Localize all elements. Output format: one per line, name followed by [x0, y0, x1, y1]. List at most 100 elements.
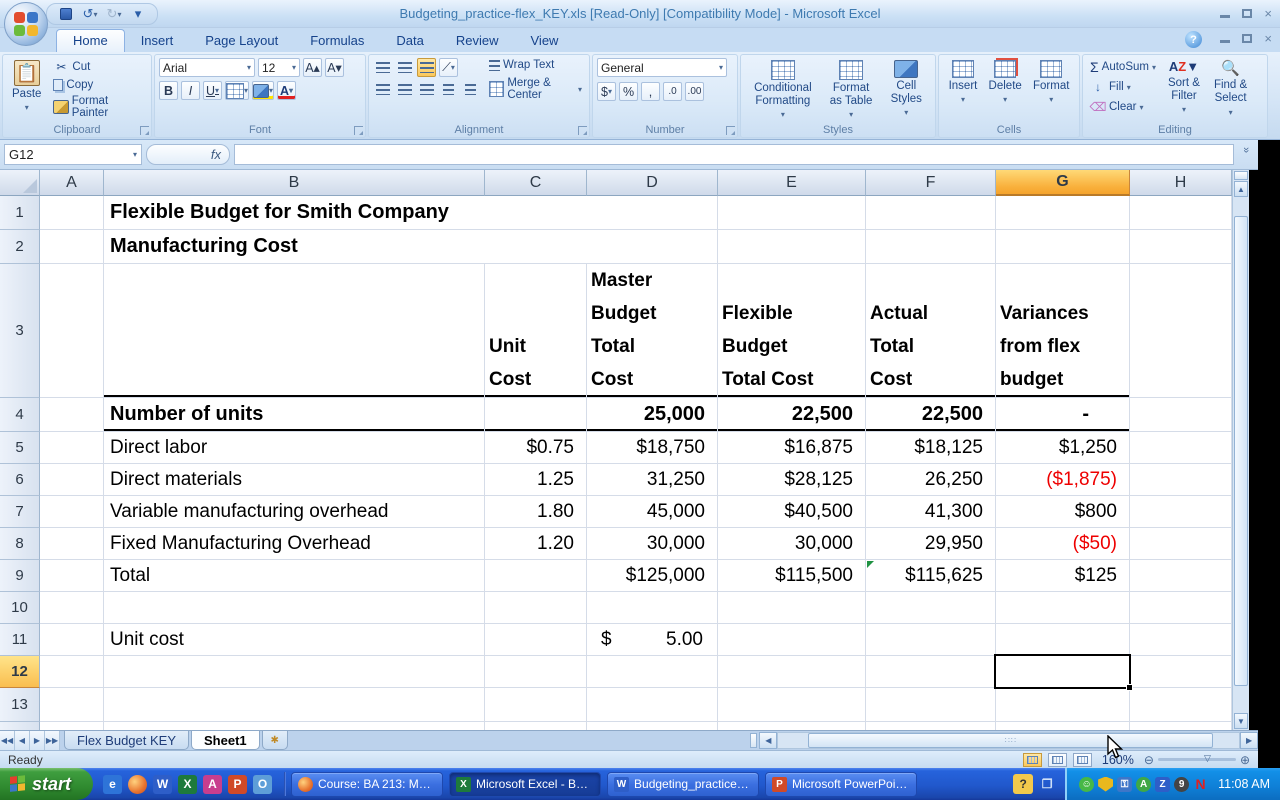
vertical-scrollbar[interactable]: ▲ ▼ [1232, 170, 1249, 730]
cell-F3[interactable]: Actual Total Cost [866, 264, 996, 398]
cell-E8[interactable]: 30,000 [718, 528, 866, 560]
save-button[interactable] [57, 6, 75, 22]
orientation-button[interactable]: ⟋▾ [439, 58, 458, 77]
decrease-indent-button[interactable] [439, 80, 458, 99]
cell-G10[interactable] [996, 592, 1130, 624]
shield-tray-icon[interactable] [1098, 777, 1113, 792]
minimize-button[interactable] [1220, 6, 1230, 21]
expand-formula-bar-button[interactable]: » [1240, 147, 1252, 163]
percent-style-button[interactable]: % [619, 82, 638, 101]
restore-button[interactable] [1242, 6, 1252, 21]
zoom-slider-handle[interactable]: ▽ [1204, 753, 1211, 764]
cell-B12[interactable] [104, 656, 485, 688]
access-quicklaunch-icon[interactable]: A [203, 775, 222, 794]
increase-decimal-button[interactable]: .0 [663, 82, 682, 101]
cell-F8[interactable]: 29,950 [866, 528, 996, 560]
cell-G8[interactable]: ($50) [996, 528, 1130, 560]
cell-H14[interactable] [1130, 722, 1232, 730]
cell-C10[interactable] [485, 592, 587, 624]
row-header-9[interactable]: 9 [0, 560, 40, 592]
zoom-slider-track[interactable]: ▽ [1158, 758, 1236, 761]
cell-C7[interactable]: 1.80 [485, 496, 587, 528]
cell-H1[interactable] [1130, 196, 1232, 230]
cell-styles-button[interactable]: Cell Styles▾ [886, 58, 927, 122]
select-all-corner[interactable] [0, 170, 40, 196]
cell-H7[interactable] [1130, 496, 1232, 528]
cell-G13[interactable] [996, 688, 1130, 722]
sheet-tab-sheet1[interactable]: Sheet1 [191, 731, 260, 750]
paste-button[interactable]: 📋 Paste▾ [7, 58, 46, 120]
align-right-button[interactable] [417, 80, 436, 99]
column-header-A[interactable]: A [40, 170, 104, 196]
number-format-combo[interactable]: General▾ [597, 58, 727, 77]
cell-D9[interactable]: $125,000 [587, 560, 718, 592]
row-header-13[interactable]: 13 [0, 688, 40, 722]
column-header-B[interactable]: B [104, 170, 485, 196]
clear-button[interactable]: ⌫Clear▾ [1087, 98, 1159, 116]
cell-C13[interactable] [485, 688, 587, 722]
tab-split-handle[interactable] [750, 733, 757, 748]
cell-C9[interactable] [485, 560, 587, 592]
cell-D13[interactable] [587, 688, 718, 722]
name-box[interactable]: G12▾ [4, 144, 142, 165]
workbook-minimize-button[interactable] [1220, 31, 1230, 46]
powerpoint-quicklaunch-icon[interactable]: P [228, 775, 247, 794]
format-cells-button[interactable]: Format▾ [1028, 58, 1074, 106]
cell-C11[interactable] [485, 624, 587, 656]
row-header-10[interactable]: 10 [0, 592, 40, 624]
cell-H6[interactable] [1130, 464, 1232, 496]
sort-filter-button[interactable]: AZ▼ Sort & Filter▾ [1163, 58, 1205, 119]
first-sheet-button[interactable]: ◀◀ [0, 731, 15, 750]
cell-F7[interactable]: 41,300 [866, 496, 996, 528]
cell-F11[interactable] [866, 624, 996, 656]
cell-F12[interactable] [866, 656, 996, 688]
row-header-6[interactable]: 6 [0, 464, 40, 496]
column-header-H[interactable]: H [1130, 170, 1232, 196]
cell-A12[interactable] [40, 656, 104, 688]
font-color-button[interactable]: A▾ [277, 81, 296, 100]
cell-C4[interactable] [485, 398, 587, 432]
insert-function-button[interactable]: fx [146, 144, 230, 165]
insert-worksheet-tab[interactable]: ✱ [262, 731, 288, 750]
zoom-slider[interactable]: ⊖ ▽ ⊕ [1144, 753, 1250, 767]
cell-C5[interactable]: $0.75 [485, 432, 587, 464]
cell-E13[interactable] [718, 688, 866, 722]
font-name-combo[interactable]: Arial▾ [159, 58, 255, 77]
cell-E14[interactable] [718, 722, 866, 730]
taskbar-window-1[interactable]: Course: BA 213: Man... [291, 772, 443, 797]
cell-B4[interactable]: Number of units [104, 398, 485, 432]
cell-H10[interactable] [1130, 592, 1232, 624]
column-header-F[interactable]: F [866, 170, 996, 196]
taskbar-window-4[interactable]: PMicrosoft PowerPoint ... [765, 772, 917, 797]
antivirus-tray-icon[interactable]: A [1136, 777, 1151, 792]
cell-G6[interactable]: ($1,875) [996, 464, 1130, 496]
format-as-table-button[interactable]: Format as Table▾ [825, 58, 878, 122]
underline-button[interactable]: U▾ [203, 81, 222, 100]
cell-F10[interactable] [866, 592, 996, 624]
borders-button[interactable]: ▾ [225, 81, 249, 100]
cell-E3[interactable]: Flexible Budget Total Cost [718, 264, 866, 398]
row-header-11[interactable]: 11 [0, 624, 40, 656]
cell-C8[interactable]: 1.20 [485, 528, 587, 560]
number-dialog-launcher[interactable] [726, 126, 735, 135]
cell-D12[interactable] [587, 656, 718, 688]
cell-E1[interactable] [718, 196, 866, 230]
autosum-button[interactable]: ΣAutoSum▾ [1087, 58, 1159, 76]
ribbon-tab-home[interactable]: Home [56, 29, 125, 52]
cell-G14[interactable] [996, 722, 1130, 730]
cell-H2[interactable] [1130, 230, 1232, 264]
cell-E6[interactable]: $28,125 [718, 464, 866, 496]
cell-E4[interactable]: 22,500 [718, 398, 866, 432]
selection-box-G12[interactable] [994, 654, 1131, 689]
taskbar-window-3[interactable]: WBudgeting_practice-fl... [607, 772, 759, 797]
cell-D6[interactable]: 31,250 [587, 464, 718, 496]
middle-align-button[interactable] [395, 58, 414, 77]
novell-tray-icon[interactable]: N [1193, 777, 1208, 792]
row-header-2[interactable]: 2 [0, 230, 40, 264]
cell-B1[interactable]: Flexible Budget for Smith Company [104, 196, 718, 230]
display-settings-icon[interactable]: ❐ [1037, 774, 1057, 794]
cell-F14[interactable] [866, 722, 996, 730]
cell-G11[interactable] [996, 624, 1130, 656]
cell-C14[interactable] [485, 722, 587, 730]
column-header-E[interactable]: E [718, 170, 866, 196]
